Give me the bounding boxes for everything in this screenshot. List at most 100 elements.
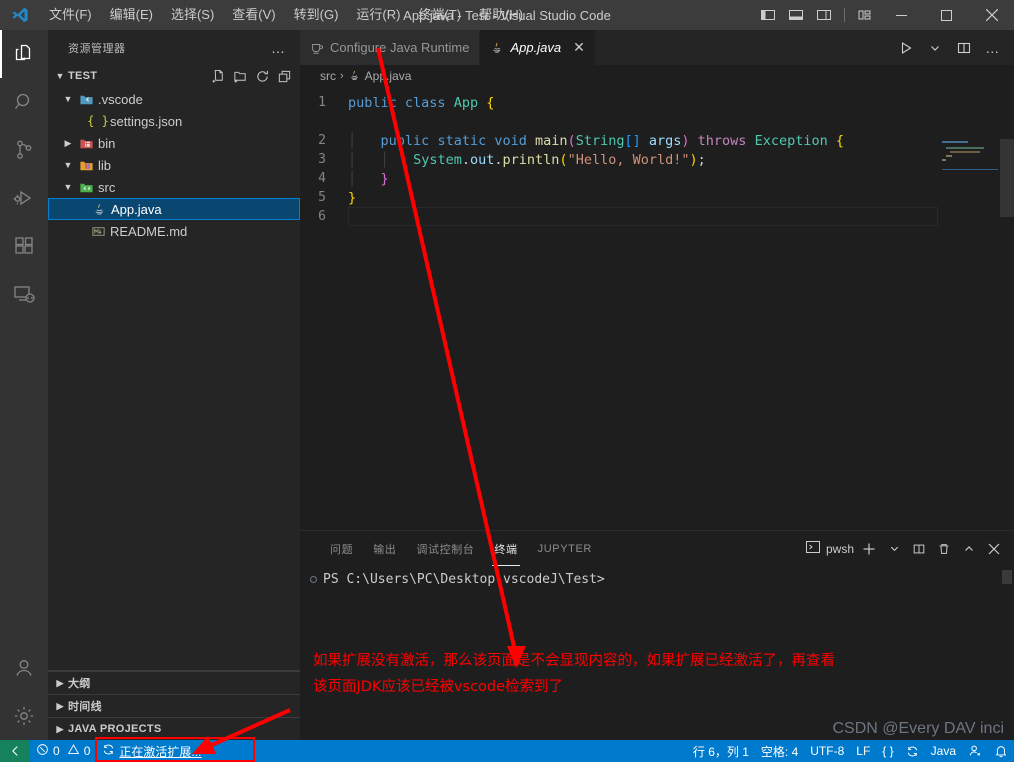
split-terminal-icon[interactable]: [909, 538, 929, 560]
sidebar-section-outline[interactable]: ▶ 大纲: [48, 671, 300, 694]
panel-tab-debug-console[interactable]: 调试控制台: [406, 531, 484, 566]
tab-app-java[interactable]: App.java ✕: [480, 30, 596, 65]
vscode-logo-icon: [0, 0, 40, 30]
status-feedback-icon[interactable]: [962, 740, 988, 762]
refresh-icon[interactable]: [255, 69, 270, 84]
toggle-primary-sidebar-icon[interactable]: [754, 0, 782, 30]
tree-row-settings-json[interactable]: { } settings.json: [48, 110, 300, 132]
window-maximize-button[interactable]: [924, 0, 969, 30]
run-icon[interactable]: [893, 34, 919, 62]
menu-bar[interactable]: 文件(F) 编辑(E) 选择(S) 查看(V) 转到(G) 运行(R) 终端(T…: [40, 0, 532, 30]
new-file-icon[interactable]: [211, 69, 226, 84]
chevron-down-icon[interactable]: ▼: [60, 182, 76, 192]
minimap[interactable]: [938, 87, 1000, 530]
status-encoding[interactable]: UTF-8: [804, 740, 850, 762]
activity-remote-explorer-icon[interactable]: [0, 270, 48, 318]
status-indentation[interactable]: 空格: 4: [755, 740, 804, 762]
activity-run-debug-icon[interactable]: [0, 174, 48, 222]
menu-item-selection[interactable]: 选择(S): [162, 0, 223, 30]
folder-section-header[interactable]: ▼ TEST: [48, 65, 300, 87]
tab-close-icon[interactable]: ✕: [573, 39, 585, 56]
activity-source-control-icon[interactable]: [0, 126, 48, 174]
file-tree[interactable]: ▼ .vscode { } settings.json ▶ bin ▼ lib …: [48, 87, 300, 670]
panel-tab-output[interactable]: 输出: [363, 531, 406, 566]
chevron-down-icon[interactable]: [884, 538, 904, 560]
activity-accounts-icon[interactable]: [0, 644, 48, 692]
menu-item-run[interactable]: 运行(R): [347, 0, 409, 30]
status-activating-extensions[interactable]: 正在激活扩展...: [96, 740, 207, 762]
terminal-scrollbar[interactable]: [1002, 570, 1012, 584]
tree-row-app-java[interactable]: App.java: [48, 198, 300, 220]
breadcrumb-app-java[interactable]: App.java: [348, 69, 411, 83]
activity-explorer-icon[interactable]: [0, 30, 48, 78]
toolbar-separator: [844, 8, 845, 22]
tab-configure-java-runtime[interactable]: Configure Java Runtime: [300, 30, 481, 65]
terminal-shell-icon: [805, 539, 821, 558]
panel-tabs: 问题 输出 调试控制台 终端 JUPYTER pwsh: [300, 531, 1014, 566]
new-folder-icon[interactable]: [233, 69, 248, 84]
breadcrumb-src[interactable]: src: [320, 69, 336, 83]
panel-tab-problems[interactable]: 问题: [320, 531, 363, 566]
code-line: 3 │ │ System.out.println("Hello, World!"…: [300, 150, 1014, 169]
chevron-down-icon[interactable]: ▼: [60, 94, 76, 104]
status-problems[interactable]: 0 0: [30, 740, 96, 762]
menu-item-view[interactable]: 查看(V): [223, 0, 284, 30]
warning-count: 0: [83, 744, 91, 758]
customize-layout-icon[interactable]: [851, 0, 879, 30]
menu-item-file[interactable]: 文件(F): [40, 0, 101, 30]
breadcrumb[interactable]: src › App.java: [300, 65, 1014, 87]
activity-extensions-icon[interactable]: [0, 222, 48, 270]
panel-tab-jupyter[interactable]: JUPYTER: [528, 531, 602, 566]
chevron-down-icon[interactable]: [922, 34, 948, 62]
menu-item-go[interactable]: 转到(G): [285, 0, 348, 30]
error-count: 0: [53, 744, 60, 758]
remote-window-indicator[interactable]: [0, 740, 30, 762]
tree-label: README.md: [110, 223, 188, 239]
tree-row-readme[interactable]: README.md: [48, 220, 300, 242]
collapse-all-icon[interactable]: [277, 69, 292, 84]
title-bar: 文件(F) 编辑(E) 选择(S) 查看(V) 转到(G) 运行(R) 终端(T…: [0, 0, 1014, 30]
code-editor[interactable]: 1 public class App { 2 │ public static v…: [300, 87, 1014, 530]
kill-terminal-icon[interactable]: [934, 538, 954, 560]
code-text: public class App {: [348, 94, 495, 111]
sidebar-section-timeline[interactable]: ▶ 时间线: [48, 694, 300, 717]
panel-tab-terminal[interactable]: 终端: [484, 531, 527, 566]
terminal-output[interactable]: PS C:\Users\PC\Desktop\vscodeJ\Test>: [300, 566, 1014, 740]
window-minimize-button[interactable]: [879, 0, 924, 30]
window-close-button[interactable]: [969, 0, 1014, 30]
status-eol[interactable]: LF: [850, 740, 876, 762]
tree-label: src: [98, 179, 116, 195]
status-sync-icon[interactable]: [900, 740, 925, 762]
maximize-panel-icon[interactable]: [959, 538, 979, 560]
menu-item-help[interactable]: 帮助(H): [470, 0, 532, 30]
menu-item-terminal[interactable]: 终端(T): [409, 0, 470, 30]
tree-row-vscode[interactable]: ▼ .vscode: [48, 88, 300, 110]
sidebar-more-actions-icon[interactable]: …: [267, 40, 290, 56]
toggle-secondary-sidebar-icon[interactable]: [810, 0, 838, 30]
chevron-down-icon[interactable]: ▼: [60, 160, 76, 170]
terminal-selector[interactable]: pwsh: [805, 539, 854, 558]
status-bar: 0 0 正在激活扩展... 行 6，列 1 空格: 4 UTF-8 LF { }…: [0, 740, 1014, 762]
new-terminal-icon[interactable]: [859, 538, 879, 560]
sync-spin-icon: [102, 743, 115, 759]
scrollbar-thumb[interactable]: [1000, 139, 1014, 217]
status-editor-position[interactable]: 行 6，列 1: [687, 740, 755, 762]
tree-row-src[interactable]: ▼ src: [48, 176, 300, 198]
sidebar-section-java-projects[interactable]: ▶ JAVA PROJECTS: [48, 717, 300, 740]
menu-item-edit[interactable]: 编辑(E): [101, 0, 162, 30]
folder-src-icon: [76, 180, 96, 195]
close-panel-icon[interactable]: [984, 538, 1004, 560]
more-actions-icon[interactable]: …: [980, 34, 1006, 62]
activity-manage-gear-icon[interactable]: [0, 692, 48, 740]
toggle-panel-icon[interactable]: [782, 0, 810, 30]
activity-search-icon[interactable]: [0, 78, 48, 126]
tree-row-bin[interactable]: ▶ bin: [48, 132, 300, 154]
status-language-mode[interactable]: Java: [925, 740, 962, 762]
folder-name: TEST: [68, 70, 98, 82]
tree-row-lib[interactable]: ▼ lib: [48, 154, 300, 176]
chevron-right-icon[interactable]: ▶: [60, 138, 76, 149]
editor-scrollbar[interactable]: [1000, 87, 1014, 530]
status-brackets[interactable]: { }: [876, 740, 899, 762]
status-notifications-bell-icon[interactable]: [988, 740, 1014, 762]
split-editor-icon[interactable]: [951, 34, 977, 62]
